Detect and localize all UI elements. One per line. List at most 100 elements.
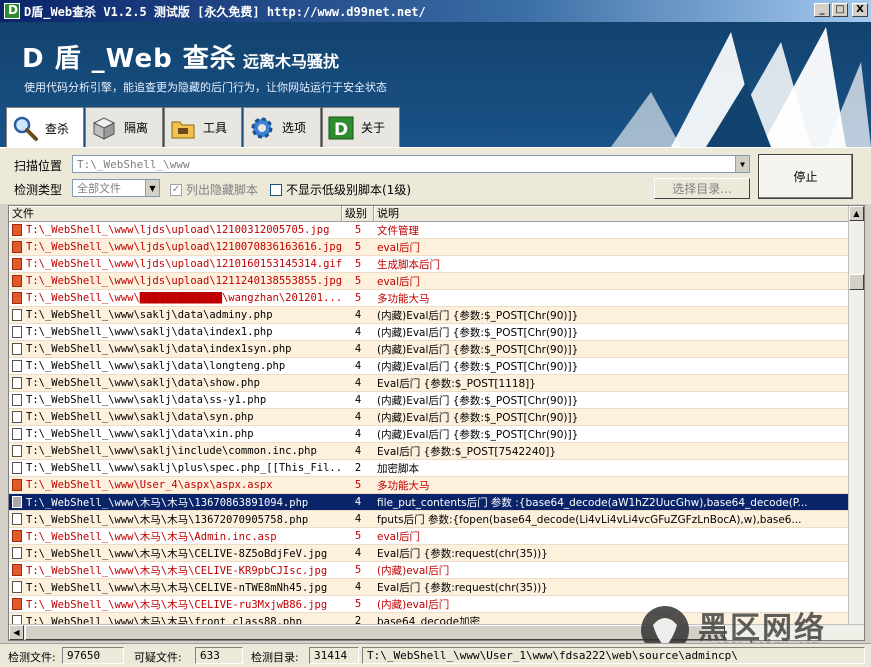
table-row[interactable]: T:\_WebShell_\www\木马\木马\CELIVE-nTWE8mNh4…: [9, 579, 850, 596]
cell-file: T:\_WebShell_\www\木马\木马\Admin.inc.asp: [9, 529, 342, 544]
scroll-up-icon[interactable]: ▲: [849, 206, 864, 221]
cell-description: file_put_contents后门 参数 :{base64_decode(a…: [377, 496, 808, 509]
column-file[interactable]: 文件: [9, 206, 342, 221]
table-row[interactable]: T:\_WebShell_\www\saklj\data\xin.php 4 (内藏…: [9, 426, 850, 443]
cell-description: eval后门: [377, 275, 421, 288]
file-path: T:\_WebShell_\www\saklj\include\common.i…: [26, 445, 317, 457]
table-row[interactable]: T:\_WebShell_\www\木马\木马\13672070905758.p…: [9, 511, 850, 528]
cell-description: (内藏)Eval后门 {参数:$_POST[Chr(90)]}: [377, 326, 579, 339]
tab-quarantine[interactable]: 隔离: [85, 107, 163, 147]
cell-file: T:\_WebShell_\www\saklj\plus\spec.php_[[…: [9, 462, 342, 474]
results-table: 文件 级别 说明 T:\_WebShell_\www\ljds\upload\1…: [8, 205, 865, 641]
column-level[interactable]: 级别: [342, 206, 374, 221]
main-tabs: 查杀 隔离 工具 选项 D 关于: [0, 107, 401, 148]
file-path: T:\_WebShell_\www\木马\木马\CELIVE-8Z5oBdjFe…: [26, 547, 328, 560]
file-icon: [12, 275, 22, 287]
file-icon: [12, 479, 22, 491]
table-row[interactable]: T:\_WebShell_\www\木马\木马\Admin.inc.asp 5 ev…: [9, 528, 850, 545]
file-path: T:\_WebShell_\www\ljds\upload\1210070836…: [26, 241, 342, 253]
column-description[interactable]: 说明: [374, 206, 850, 221]
table-row[interactable]: T:\_WebShell_\www\saklj\data\syn.php 4 (内藏…: [9, 409, 850, 426]
file-icon: [12, 564, 22, 576]
tab-scan-label: 查杀: [45, 121, 70, 136]
table-row[interactable]: T:\_WebShell_\www\ljds\upload\1210070836…: [9, 239, 850, 256]
cell-file: T:\_WebShell_\www\木马\木马\CELIVE-ru3MxjwB8…: [9, 597, 342, 612]
table-row[interactable]: T:\_WebShell_\www\saklj\plus\spec.php_[[…: [9, 460, 850, 477]
checkmark-icon: ✓: [170, 183, 182, 196]
brand-title: D 盾 _Web 查杀: [22, 44, 237, 74]
table-row[interactable]: T:\_WebShell_\www\█████████████\wangzhan…: [9, 290, 850, 307]
stop-button[interactable]: 停止: [758, 154, 853, 199]
scroll-thumb-horizontal[interactable]: [25, 625, 725, 640]
file-path: T:\_WebShell_\www\saklj\data\adminy.php: [26, 309, 273, 321]
cell-level: 5: [354, 292, 362, 304]
list-hidden-checkbox[interactable]: ✓ 列出隐藏脚本: [170, 181, 258, 198]
scan-location-value: T:\_WebShell_\www: [77, 158, 190, 171]
close-button[interactable]: X: [852, 3, 868, 17]
table-row[interactable]: T:\_WebShell_\www\saklj\data\ss-y1.php 4 (…: [9, 392, 850, 409]
table-row[interactable]: T:\_WebShell_\www\ljds\upload\1210160153…: [9, 256, 850, 273]
file-icon: [12, 377, 22, 389]
scan-location-input[interactable]: T:\_WebShell_\www ▼: [72, 155, 750, 173]
table-row[interactable]: T:\_WebShell_\www\ljds\upload\1211240138…: [9, 273, 850, 290]
tab-about[interactable]: D 关于: [322, 107, 400, 147]
tab-tools[interactable]: 工具: [164, 107, 242, 147]
vertical-scrollbar[interactable]: ▲: [848, 206, 864, 626]
cell-level: 4: [354, 411, 362, 423]
file-path: T:\_WebShell_\www\saklj\plus\spec.php_[[…: [26, 462, 342, 474]
chevron-down-icon[interactable]: ▼: [145, 180, 159, 196]
file-icon: [12, 394, 22, 406]
file-icon: [12, 598, 22, 610]
file-path: T:\_WebShell_\www\saklj\data\index1syn.p…: [26, 343, 292, 355]
table-row[interactable]: T:\_WebShell_\www\ljds\upload\1210031200…: [9, 222, 850, 239]
cell-level: 5: [354, 224, 362, 236]
table-row[interactable]: T:\_WebShell_\www\木马\木马\CELIVE-KR9pbCJIs…: [9, 562, 850, 579]
gear-icon: [251, 117, 273, 138]
table-row[interactable]: T:\_WebShell_\www\saklj\data\index1.php 4…: [9, 324, 850, 341]
scan-type-select[interactable]: 全部文件 ▼: [72, 179, 160, 197]
cell-level: 5: [354, 479, 362, 491]
file-path: T:\_WebShell_\www\木马\木马\CELIVE-ru3MxjwB8…: [26, 598, 328, 611]
hide-low-level-checkbox[interactable]: 不显示低级别脚本(1级): [270, 181, 411, 198]
table-row[interactable]: T:\_WebShell_\www\saklj\include\common.i…: [9, 443, 850, 460]
minimize-button[interactable]: _: [814, 3, 830, 17]
scroll-thumb[interactable]: [849, 274, 864, 290]
cell-level: 5: [354, 275, 362, 287]
table-row[interactable]: T:\_WebShell_\www\木马\木马\CELIVE-8Z5oBdjFe…: [9, 545, 850, 562]
cell-level: 5: [354, 241, 362, 253]
file-icon: [12, 513, 22, 525]
table-row[interactable]: T:\_WebShell_\www\木马\木马\13670863891094.p…: [9, 494, 850, 511]
cell-file: T:\_WebShell_\www\User_4\aspx\aspx.aspx: [9, 479, 342, 491]
table-row[interactable]: T:\_WebShell_\www\saklj\data\adminy.php 4…: [9, 307, 850, 324]
tab-options[interactable]: 选项: [243, 107, 321, 147]
tab-scan[interactable]: 查杀: [6, 107, 84, 148]
chevron-down-icon[interactable]: ▼: [735, 156, 749, 172]
file-path: T:\_WebShell_\www\ljds\upload\1211240138…: [26, 275, 342, 287]
cell-file: T:\_WebShell_\www\木马\木马\CELIVE-KR9pbCJIs…: [9, 563, 342, 578]
checked-dirs-label: 检测目录:: [251, 651, 299, 664]
status-bar: 检测文件: 97650 可疑文件: 633 检测目录: 31414 T:\_We…: [0, 643, 871, 667]
cell-level: 5: [354, 530, 362, 542]
file-path: T:\_WebShell_\www\saklj\data\index1.php: [26, 326, 273, 338]
scan-controls: 扫描位置 T:\_WebShell_\www ▼ 检测类型 全部文件 ▼ ✓ 列…: [0, 147, 871, 204]
table-row[interactable]: T:\_WebShell_\www\User_4\aspx\aspx.aspx 5…: [9, 477, 850, 494]
cell-file: T:\_WebShell_\www\ljds\upload\1211240138…: [9, 275, 342, 287]
d-shield-logo-icon: [611, 27, 871, 147]
file-path: T:\_WebShell_\www\木马\木马\CELIVE-KR9pbCJIs…: [26, 564, 328, 577]
cell-level: 4: [354, 343, 362, 355]
file-path: T:\_WebShell_\www\木马\木马\13672070905758.p…: [26, 513, 309, 526]
scroll-left-icon[interactable]: ◀: [9, 625, 24, 640]
cell-description: 加密脚本: [377, 462, 419, 475]
table-row[interactable]: T:\_WebShell_\www\saklj\data\index1syn.p…: [9, 341, 850, 358]
file-icon: [12, 309, 22, 321]
table-row[interactable]: T:\_WebShell_\www\saklj\data\show.php 4 Ev…: [9, 375, 850, 392]
cell-level: 4: [354, 513, 362, 525]
table-row[interactable]: T:\_WebShell_\www\saklj\data\longteng.ph…: [9, 358, 850, 375]
suspicious-files-label: 可疑文件:: [134, 651, 182, 664]
cell-level: 4: [354, 309, 362, 321]
cell-description: fputs后门 参数:{fopen(base64_decode(Li4vLi4v…: [377, 513, 802, 526]
file-icon: [12, 258, 22, 270]
select-directory-button[interactable]: 选择目录...: [654, 178, 750, 199]
file-path: T:\_WebShell_\www\木马\木马\13670863891094.p…: [26, 496, 309, 509]
maximize-button[interactable]: □: [832, 3, 848, 17]
